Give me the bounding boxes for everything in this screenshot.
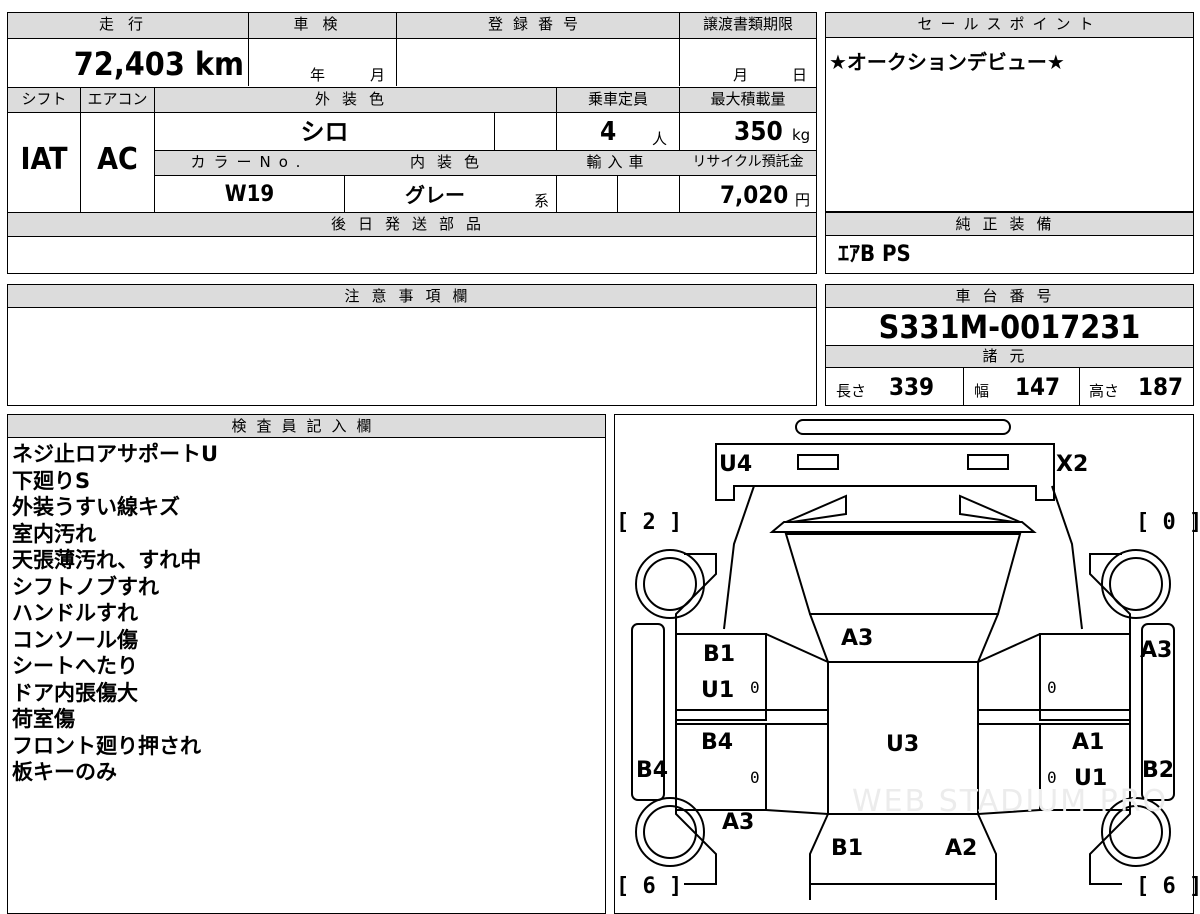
shift-value: IAT: [20, 142, 68, 177]
remark-line: ハンドルすれ: [12, 601, 138, 625]
color-no-label: カラーNo.: [155, 151, 344, 173]
aircon-value: AC: [97, 142, 138, 177]
length-value: 339: [889, 373, 935, 401]
tire-rear-right: [ 6 ]: [1136, 874, 1200, 899]
recycle-fee-label: リサイクル預託金: [680, 151, 816, 173]
mark-left-side-b4: B4: [636, 758, 669, 783]
width-value: 147: [1015, 373, 1061, 401]
max-load-label: 最大積載量: [680, 88, 816, 110]
divider: [963, 368, 964, 406]
recycle-fee-unit: 円: [795, 191, 811, 209]
sales-point-text: ★オークションデビュー★: [829, 50, 1065, 74]
mark-zero: 0: [750, 768, 760, 787]
mark-rear-a2: A2: [945, 836, 978, 861]
inspector-remarks: ネジ止ロアサポートU 下廻りS 外装うすい線キズ 室内汚れ 天張薄汚れ、すれ中 …: [12, 441, 218, 786]
inspector-label: 検査員記入欄: [231, 417, 382, 435]
exterior-color-value: シロ: [300, 118, 349, 146]
remark-line: シフトノブすれ: [12, 574, 159, 599]
mark-right-fender-a3: A3: [1140, 638, 1173, 663]
mark-zero: 0: [1047, 678, 1057, 697]
tire-rear-right-value: 6: [1162, 874, 1176, 899]
mark-rear-b1: B1: [831, 836, 864, 861]
shift-label: シフト: [8, 88, 80, 110]
interior-color-suffix: 系: [534, 192, 550, 210]
car-outline-diagram: [631, 419, 1175, 900]
remark-line: コンソール傷: [12, 627, 138, 652]
interior-color-label: 内装色: [345, 151, 556, 173]
later-parts-label: 後日発送部品: [8, 213, 816, 235]
tire-rear-left: [ 6 ]: [616, 874, 683, 899]
capacity-label: 乗車定員: [557, 88, 679, 110]
sales-point-label: セールスポイント: [917, 15, 1102, 33]
mileage-value: 72,403 km: [73, 45, 244, 83]
chassis-label: 車台番号: [955, 287, 1064, 305]
remark-line: 天張薄汚れ、すれ中: [12, 548, 202, 572]
mileage-label: 走行: [8, 13, 248, 35]
tire-front-left: [ 2 ]: [616, 510, 683, 535]
tire-front-right-value: 0: [1162, 510, 1176, 535]
chassis-number: S331M-0017231: [878, 308, 1141, 346]
tire-front-right: [ 0 ]: [1136, 510, 1200, 535]
mark-zero: 0: [750, 678, 760, 697]
mark-right-side-b2: B2: [1142, 758, 1175, 783]
remark-line: 下廻りS: [12, 468, 91, 493]
remark-line: シートへたり: [12, 654, 138, 678]
mark-left-front-door-b1: B1: [703, 642, 736, 667]
max-load-value: 350: [734, 117, 783, 147]
import-label: 輸入車: [557, 151, 679, 173]
mark-hood-a3: A3: [841, 626, 874, 651]
remark-line: ネジ止ロアサポートU: [12, 442, 219, 466]
transfer-deadline-label: 譲渡書類期限: [680, 13, 816, 35]
divider: [1079, 368, 1080, 406]
genuine-equipment-label: 純正装備: [955, 215, 1064, 233]
sales-point-box: [825, 12, 1194, 212]
mark-left-rear-door-b4: B4: [701, 730, 734, 755]
length-label: 長さ: [836, 382, 867, 400]
aircon-label: エアコン: [81, 88, 154, 110]
inspection-year: 年: [310, 66, 326, 84]
exterior-color-label: 外装色: [155, 88, 556, 110]
mark-x2: X2: [1056, 452, 1089, 477]
tire-rear-left-value: 6: [642, 874, 656, 899]
inspection-label: 車検: [249, 13, 396, 35]
max-load-unit: kg: [792, 126, 811, 144]
notes-label: 注意事項欄: [344, 287, 480, 305]
capacity-value: 4: [600, 117, 617, 147]
transfer-day: 日: [792, 66, 808, 84]
watermark: WEB STADIUM PRO: [852, 784, 1169, 819]
divider: [617, 176, 618, 212]
transfer-month: 月: [733, 66, 749, 84]
mark-rear-left-a3: A3: [722, 810, 755, 835]
tire-front-left-value: 2: [642, 510, 656, 535]
mark-left-front-door-u1: U1: [701, 678, 735, 703]
color-no-value: W19: [224, 182, 275, 207]
width-label: 幅: [974, 382, 990, 400]
height-value: 187: [1138, 373, 1184, 401]
specs-label: 諸元: [982, 347, 1037, 365]
mark-roof-u3: U3: [886, 732, 920, 757]
remark-line: 外装うすい線キズ: [12, 495, 180, 519]
remark-line: 板キーのみ: [12, 760, 117, 784]
divider: [494, 112, 495, 150]
mark-right-rear-door-a1: A1: [1072, 730, 1105, 755]
recycle-fee-value: 7,020: [720, 181, 789, 209]
mark-u4: U4: [719, 452, 753, 477]
capacity-unit: 人: [652, 130, 668, 148]
remark-line: フロント廻り押され: [12, 733, 201, 758]
divider: [7, 112, 817, 113]
remark-line: 室内汚れ: [12, 521, 96, 546]
remark-line: ドア内張傷大: [12, 680, 138, 705]
inspection-month: 月: [370, 66, 386, 84]
divider: [154, 175, 817, 176]
height-label: 高さ: [1089, 382, 1120, 400]
divider: [7, 38, 817, 39]
genuine-equipment-text: ｴｱB PS: [838, 242, 911, 267]
registration-label: 登録番号: [397, 13, 679, 35]
divider: [7, 236, 817, 237]
remark-line: 荷室傷: [12, 707, 75, 731]
interior-color-value: グレー: [405, 183, 465, 207]
